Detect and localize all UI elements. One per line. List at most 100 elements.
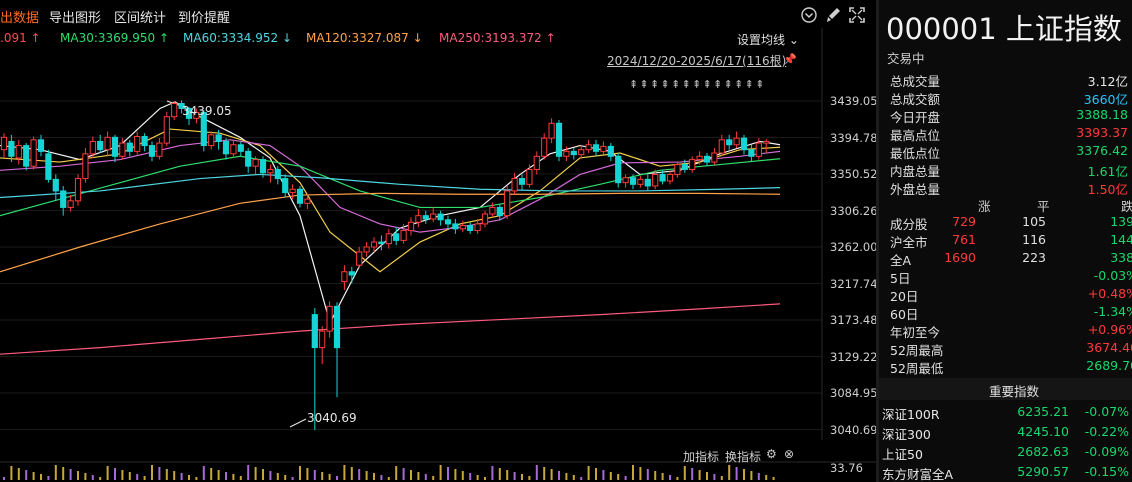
candle-body [333,305,341,349]
indicator-bar [321,472,324,480]
candle-body [52,178,59,192]
ma250-line [0,303,781,355]
indicator-bar [25,470,28,480]
candle-body [296,188,304,204]
indicator-bar [432,476,435,480]
period-label: 年初至今 [890,325,941,340]
candle-body [348,271,355,276]
indicator-bar [469,473,472,480]
indicator-bar [646,469,649,480]
stat-label: 内盘总量 [890,164,941,179]
candle-body [126,142,133,152]
settings-gear-icon[interactable]: ⚙ [766,447,777,461]
candle-body [148,145,156,157]
indicator-bar [661,473,664,480]
candle-body [541,137,548,157]
index-change: -0.22% [1084,424,1129,439]
trading-status: 交易中 [887,51,925,66]
candle-body [555,122,563,157]
indicator-bar [750,471,753,480]
low-annotation: 3040.69 [307,411,357,425]
candle-body [89,140,96,155]
indicator-bar [247,465,250,480]
indicator-bar [402,468,405,480]
date-range-link[interactable]: 2024/12/20-2025/6/17(116根) [607,52,786,69]
section-title: 重要指数 [989,384,1040,399]
price-tick: 3217.74 [830,276,876,291]
indicator-bar [40,474,42,480]
breadth-row-label: 成分股 [890,217,928,232]
candle-body [526,168,533,185]
candle-body [674,164,681,175]
toolbar-price-alert[interactable]: 到价提醒 [178,7,230,26]
indicator-bar [535,465,538,480]
switch-indicator-button[interactable]: 换指标 [725,448,761,465]
indicator-bar [543,467,546,480]
indicator-bar [358,469,361,480]
period-value: 2689.70 [1086,358,1132,373]
close-indicator-icon[interactable]: ⊗ [784,447,794,461]
indicator-bar [232,474,235,480]
toolbar-export-image[interactable]: 导出图形 [49,7,101,26]
indicator-bar [572,475,575,480]
price-tick: 3394.78 [830,130,876,145]
candle-body [570,150,577,156]
candle-body [748,149,755,157]
breadth-down-count: 3385 [1110,250,1132,265]
important-indices-header: 重要指数 [879,378,1132,400]
candle-body [585,144,592,151]
candle-body [393,233,400,241]
indicator-bar [506,470,509,480]
indicator-bar [136,474,139,480]
add-indicator-button[interactable]: 加指标 [683,448,719,465]
indicator-bar [210,468,213,480]
period-label: 5日 [890,271,911,286]
candle-body [156,142,163,157]
price-tick: 3306.26 [830,203,876,218]
fullscreen-icon[interactable] [848,6,866,24]
indicator-bar [447,467,449,480]
candle-body [237,144,244,152]
ma-settings-dropdown[interactable]: 设置均线 ⌄ [737,31,799,48]
candle-body [637,178,644,185]
price-tick: 3439.05 [830,94,876,108]
pin-icon[interactable]: 📌 [783,53,797,66]
candle-body [563,150,570,157]
candle-body [615,155,622,184]
ma250-label: MA250:3193.372 ↑ [439,31,556,45]
ma30-label: MA30:3369.950 ↑ [60,31,170,45]
candle-body [171,103,178,118]
candle-body [763,140,770,144]
candle-body [341,271,348,283]
candle-body [37,139,45,152]
index-change: -0.09% [1084,444,1129,459]
toolbar-export-data[interactable]: 出数据 [0,7,39,26]
kline-chart-panel[interactable]: 出数据 导出图形 区间统计 到价提醒 .091 ↑ MA30:3369.950 … [0,0,876,482]
candle-body [363,246,370,253]
indicator-bar [587,466,590,480]
chevron-down-circle-icon[interactable] [800,6,818,24]
low-pointer [289,418,307,428]
candle-body [415,215,422,223]
indicator-bar [639,467,642,480]
candle-body [755,142,762,157]
candle-body [592,144,600,152]
candle-body [600,145,607,152]
ma60-line [0,173,781,199]
candle-body [607,145,614,157]
indicator-bar [77,471,79,480]
candle-body [548,122,555,139]
index-price: 5290.57 [1017,464,1069,479]
candle-body [311,314,318,349]
indicator-bar [276,473,279,480]
indicator-bar [365,471,368,480]
indicator-bar [47,476,50,480]
brush-icon[interactable] [824,6,842,24]
indicator-bar [54,465,57,480]
candle-body [489,206,496,215]
toolbar-range-stats[interactable]: 区间统计 [114,7,166,26]
period-label: 20日 [890,289,919,304]
candle-body [422,215,429,220]
indicator-bar [291,477,294,480]
indicator-bar [461,471,464,480]
